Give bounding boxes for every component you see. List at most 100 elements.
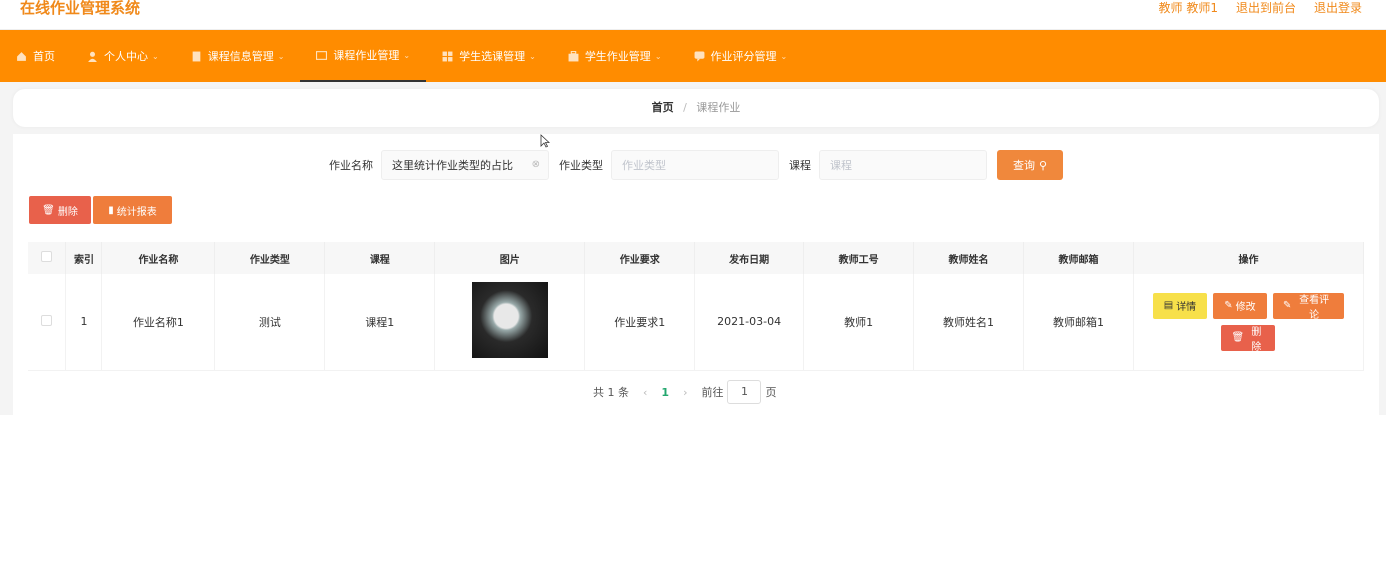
nav-item-course-homework[interactable]: 课程作业管理 ⌄ bbox=[300, 30, 427, 82]
pencil-icon: ✎ bbox=[1224, 300, 1233, 312]
view-comments-button[interactable]: ✎ 查看评论 bbox=[1272, 292, 1344, 321]
nav-item-home[interactable]: 首页 bbox=[0, 30, 71, 82]
select-all-checkbox[interactable] bbox=[41, 251, 53, 262]
chevron-down-icon: ⌄ bbox=[529, 51, 536, 61]
chevron-down-icon: ⌄ bbox=[654, 51, 662, 61]
homework-table: 索引 作业名称 作业类型 课程 图片 作业要求 发布日期 教师工号 教师姓名 教… bbox=[28, 242, 1365, 371]
nav-item-personal[interactable]: 个人中心 ⌄ bbox=[71, 30, 175, 82]
name-search-input[interactable]: 这里统计作业类型的占比 ⊗ bbox=[381, 150, 549, 180]
table-header-row: 索引 作业名称 作业类型 课程 图片 作业要求 发布日期 教师工号 教师姓名 教… bbox=[28, 242, 1365, 274]
course-search-input[interactable]: 课程 bbox=[819, 150, 987, 180]
type-search-input[interactable]: 作业类型 bbox=[611, 150, 779, 180]
col-header: 课程 bbox=[324, 242, 436, 274]
briefcase-icon bbox=[568, 50, 579, 61]
current-user[interactable]: 教师 教师1 bbox=[1159, 0, 1218, 16]
logout-link[interactable]: 退出登录 bbox=[1314, 0, 1362, 16]
goto-page: 前往 1 页 bbox=[701, 380, 776, 404]
next-page-button[interactable]: › bbox=[683, 386, 687, 399]
homework-thumbnail[interactable] bbox=[471, 282, 548, 359]
nav-item-student-homework[interactable]: 学生作业管理 ⌄ bbox=[552, 30, 678, 82]
nav-label: 学生作业管理 bbox=[584, 50, 651, 63]
trash-icon: 🗑 bbox=[1231, 332, 1245, 344]
search-button[interactable]: 查询 ⚲ bbox=[997, 150, 1063, 180]
stats-report-button[interactable]: ▮ 统计报表 bbox=[93, 196, 172, 224]
view-comments-label: 查看评论 bbox=[1299, 294, 1330, 321]
bulk-delete-button[interactable]: 🗑 删除 bbox=[29, 196, 91, 224]
nav-label: 个人中心 bbox=[104, 50, 148, 63]
cell-name: 作业名称1 bbox=[101, 274, 216, 371]
detail-label: 详情 bbox=[1176, 302, 1197, 314]
grid-icon bbox=[442, 51, 453, 61]
col-header: 作业名称 bbox=[101, 242, 216, 274]
pagination-total: 共 1 条 bbox=[593, 386, 629, 399]
goto-prefix: 前往 bbox=[701, 386, 724, 399]
nav-label: 课程作业管理 bbox=[333, 49, 400, 62]
exit-to-front-link[interactable]: 退出到前台 bbox=[1236, 0, 1296, 16]
nav-label: 课程信息管理 bbox=[207, 50, 274, 63]
row-delete-button[interactable]: 🗑 删除 bbox=[1221, 324, 1276, 353]
top-right-links: 教师 教师1 退出到前台 退出登录 bbox=[1159, 0, 1362, 16]
search-form: 作业名称 这里统计作业类型的占比 ⊗ 作业类型 作业类型 课程 课程 查询 ⚲ bbox=[329, 150, 1063, 180]
cell-teacher-name: 教师姓名1 bbox=[913, 274, 1024, 371]
content-panel: 作业名称 这里统计作业类型的占比 ⊗ 作业类型 作业类型 课程 课程 查询 ⚲ … bbox=[13, 134, 1379, 415]
col-header: 教师工号 bbox=[803, 242, 915, 274]
search-icon: ⚲ bbox=[1038, 158, 1048, 172]
col-header: 教师姓名 bbox=[913, 242, 1024, 274]
main-nav: 首页 个人中心 ⌄ 课程信息管理 ⌄ 课程作业管理 ⌄ 学生选课管理 ⌄ 学生作… bbox=[0, 30, 1386, 82]
page-number[interactable]: 1 bbox=[661, 386, 669, 399]
home-icon bbox=[17, 51, 26, 61]
table-row: 1 作业名称1 测试 课程1 作业要求1 2021-03-04 教师1 教师姓名… bbox=[28, 274, 1365, 371]
search-button-label: 查询 bbox=[1012, 159, 1035, 172]
cell-index: 1 bbox=[65, 274, 103, 371]
cell-teacher-email: 教师邮箱1 bbox=[1023, 274, 1134, 371]
nav-item-student-course[interactable]: 学生选课管理 ⌄ bbox=[426, 30, 552, 82]
type-input-placeholder: 作业类型 bbox=[622, 159, 666, 172]
doc-icon: ▤ bbox=[1163, 300, 1174, 312]
row-actions: ▤ 详情 ✎ 修改 ✎ 查看评论 🗑 删除 bbox=[1134, 292, 1363, 353]
edit-label: 修改 bbox=[1235, 302, 1256, 314]
cell-date: 2021-03-04 bbox=[694, 274, 805, 371]
nav-label: 首页 bbox=[33, 50, 55, 63]
goto-suffix: 页 bbox=[765, 386, 777, 399]
col-header: 操作 bbox=[1133, 242, 1365, 274]
chevron-down-icon: ⌄ bbox=[403, 50, 411, 60]
breadcrumb-current: 课程作业 bbox=[696, 101, 741, 114]
breadcrumb-home[interactable]: 首页 bbox=[652, 101, 674, 114]
row-checkbox[interactable] bbox=[41, 314, 53, 326]
top-header: 在线作业管理系统 教师 教师1 退出到前台 退出登录 bbox=[0, 0, 1386, 30]
col-header: 索引 bbox=[65, 242, 103, 274]
row-select-cell bbox=[28, 274, 67, 371]
cell-requirement: 作业要求1 bbox=[584, 274, 696, 371]
bulk-delete-label: 删除 bbox=[57, 206, 78, 218]
chat-icon bbox=[694, 51, 704, 61]
cell-image bbox=[434, 274, 586, 371]
course-input-placeholder: 课程 bbox=[830, 159, 852, 172]
edit-button[interactable]: ✎ 修改 bbox=[1212, 292, 1267, 319]
name-input-value: 这里统计作业类型的占比 bbox=[392, 159, 513, 172]
detail-button[interactable]: ▤ 详情 bbox=[1152, 292, 1207, 319]
book-icon bbox=[192, 51, 201, 61]
goto-page-input[interactable]: 1 bbox=[727, 380, 762, 404]
clear-icon[interactable]: ⊗ bbox=[532, 159, 540, 170]
col-header: 教师邮箱 bbox=[1023, 242, 1134, 274]
cell-teacher-id: 教师1 bbox=[803, 274, 915, 371]
col-header: 发布日期 bbox=[694, 242, 805, 274]
user-icon bbox=[88, 51, 97, 62]
chevron-down-icon: ⌄ bbox=[780, 51, 788, 61]
nav-item-course-info[interactable]: 课程信息管理 ⌄ bbox=[175, 30, 301, 82]
type-label: 作业类型 bbox=[559, 159, 603, 172]
pagination: 共 1 条 ‹ 1 › 前往 1 页 bbox=[593, 380, 776, 404]
name-label: 作业名称 bbox=[329, 159, 373, 172]
col-header: 作业要求 bbox=[584, 242, 696, 274]
breadcrumb: 首页 / 课程作业 bbox=[13, 89, 1379, 127]
chevron-down-icon: ⌄ bbox=[152, 51, 159, 61]
breadcrumb-separator: / bbox=[683, 101, 687, 114]
chevron-down-icon: ⌄ bbox=[277, 51, 285, 61]
col-header: 图片 bbox=[434, 242, 586, 274]
prev-page-button[interactable]: ‹ bbox=[643, 386, 647, 399]
nav-label: 作业评分管理 bbox=[710, 50, 777, 63]
course-label: 课程 bbox=[789, 159, 811, 172]
nav-item-grading[interactable]: 作业评分管理 ⌄ bbox=[678, 30, 804, 82]
cell-course: 课程1 bbox=[324, 274, 436, 371]
cell-type: 测试 bbox=[214, 274, 326, 371]
